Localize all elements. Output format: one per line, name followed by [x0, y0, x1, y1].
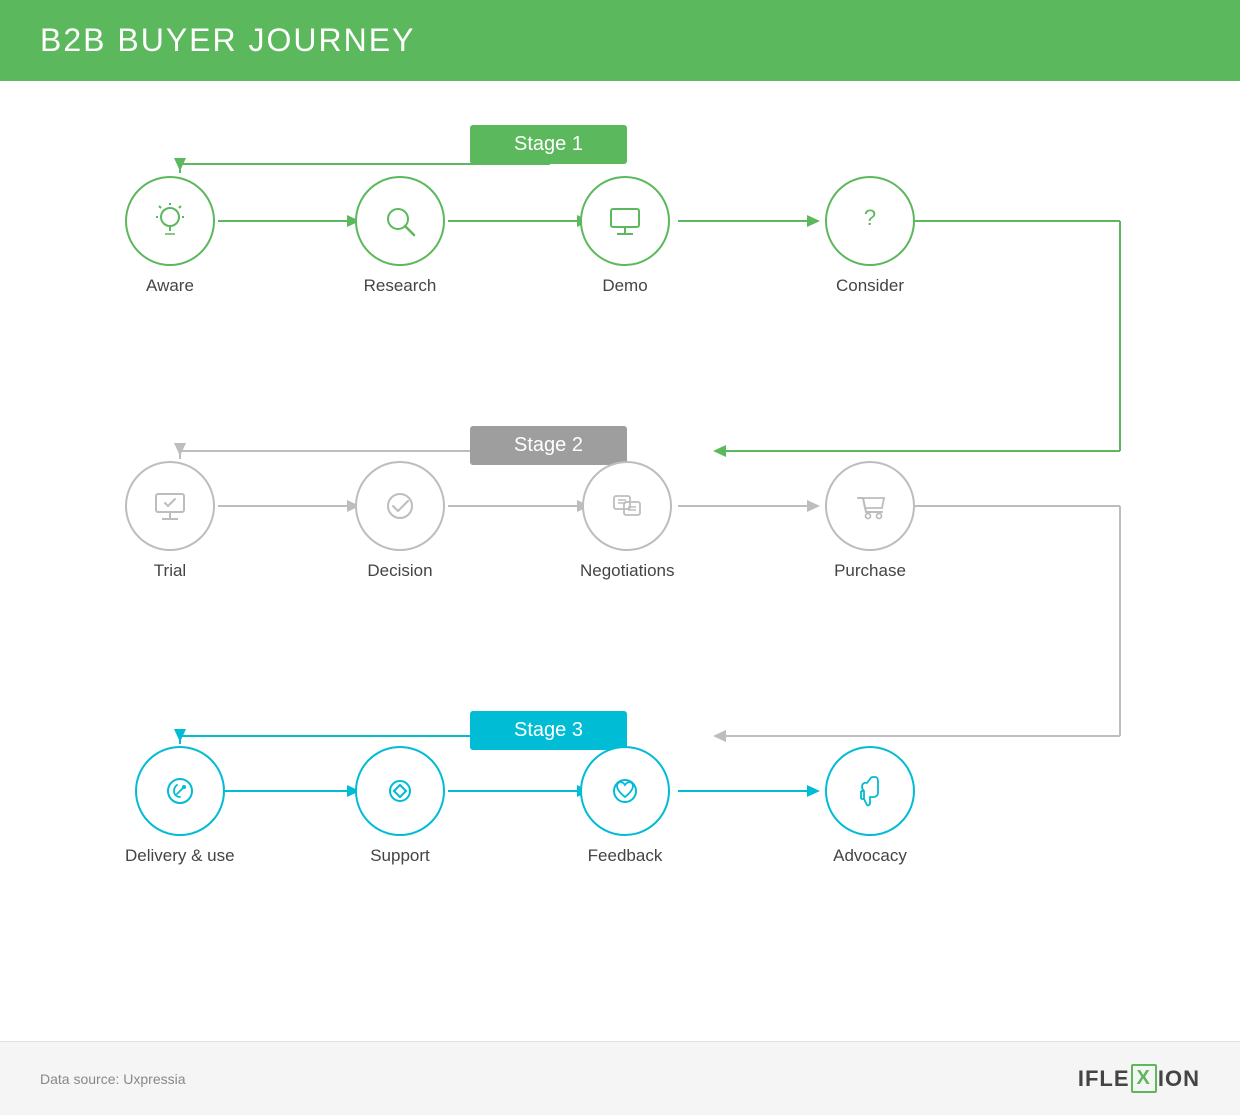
logo-prefix: IFLE	[1078, 1066, 1130, 1092]
company-logo: IFLE X ION	[1078, 1064, 1200, 1093]
node-consider: ? Consider	[825, 176, 915, 296]
node-demo-label: Demo	[602, 276, 647, 296]
stage2-label: Stage 2	[470, 426, 627, 465]
node-research-label: Research	[364, 276, 437, 296]
page-title: B2B BUYER JOURNEY	[40, 22, 1200, 59]
circle-trial	[125, 461, 215, 551]
logo-x: X	[1131, 1064, 1157, 1093]
node-advocacy-label: Advocacy	[833, 846, 907, 866]
node-feedback-label: Feedback	[588, 846, 663, 866]
circle-advocacy	[825, 746, 915, 836]
circle-consider: ?	[825, 176, 915, 266]
node-purchase: Purchase	[825, 461, 915, 581]
circle-decision	[355, 461, 445, 551]
node-consider-label: Consider	[836, 276, 904, 296]
node-purchase-label: Purchase	[834, 561, 906, 581]
node-aware: Aware	[125, 176, 215, 296]
stage3-label: Stage 3	[470, 711, 627, 750]
node-research: Research	[355, 176, 445, 296]
footer: Data source: Uxpressia IFLE X ION	[0, 1041, 1240, 1115]
circle-feedback	[580, 746, 670, 836]
node-feedback: Feedback	[580, 746, 670, 866]
node-decision-label: Decision	[367, 561, 432, 581]
circle-negotiations	[582, 461, 672, 551]
circle-research	[355, 176, 445, 266]
circle-demo	[580, 176, 670, 266]
stage1-label: Stage 1	[470, 125, 627, 164]
circle-support	[355, 746, 445, 836]
journey-diagram: Stage 1 Stage 2 Stage 3 Aware	[70, 121, 1170, 951]
main-content: Stage 1 Stage 2 Stage 3 Aware	[0, 81, 1240, 1041]
node-support: Support	[355, 746, 445, 866]
node-trial: Trial	[125, 461, 215, 581]
node-trial-label: Trial	[154, 561, 186, 581]
circle-delivery	[135, 746, 225, 836]
node-negotiations: Negotiations	[580, 461, 675, 581]
logo-suffix: ION	[1158, 1066, 1200, 1092]
node-support-label: Support	[370, 846, 430, 866]
node-negotiations-label: Negotiations	[580, 561, 675, 581]
node-delivery: Delivery & use	[125, 746, 235, 866]
data-source: Data source: Uxpressia	[40, 1071, 186, 1087]
node-decision: Decision	[355, 461, 445, 581]
circle-aware	[125, 176, 215, 266]
svg-text:?: ?	[864, 205, 876, 230]
node-demo: Demo	[580, 176, 670, 296]
header: B2B BUYER JOURNEY	[0, 0, 1240, 81]
node-aware-label: Aware	[146, 276, 194, 296]
node-delivery-label: Delivery & use	[125, 846, 235, 866]
node-advocacy: Advocacy	[825, 746, 915, 866]
circle-purchase	[825, 461, 915, 551]
